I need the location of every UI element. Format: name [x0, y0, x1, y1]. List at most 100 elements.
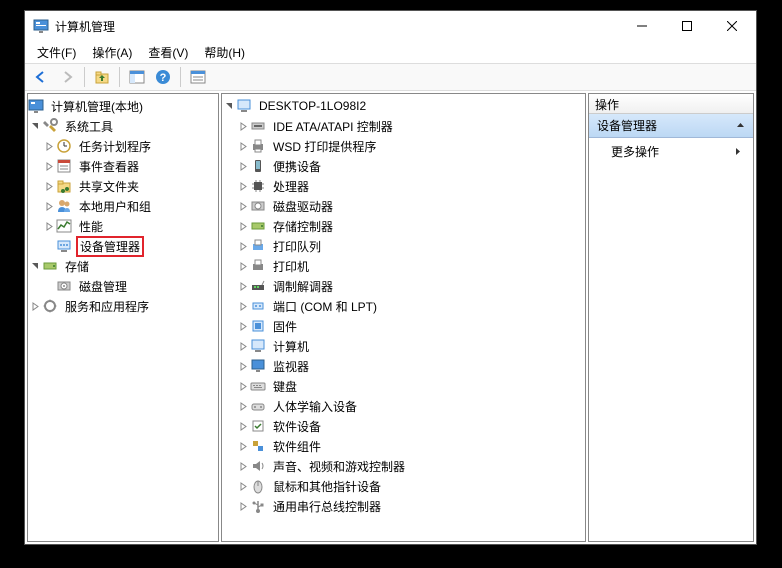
device-category[interactable]: 磁盘驱动器 — [222, 196, 585, 216]
help-button[interactable]: ? — [151, 65, 175, 89]
disk-icon — [56, 278, 72, 294]
device-category[interactable]: WSD 打印提供程序 — [222, 136, 585, 156]
expander-closed[interactable] — [42, 179, 56, 193]
device-category[interactable]: 鼠标和其他指针设备 — [222, 476, 585, 496]
actions-section-label: 设备管理器 — [597, 117, 657, 134]
expander-closed[interactable] — [236, 359, 250, 373]
ide-icon — [250, 118, 266, 134]
expander-closed[interactable] — [42, 159, 56, 173]
device-category[interactable]: 便携设备 — [222, 156, 585, 176]
expander-closed[interactable] — [28, 299, 42, 313]
actions-header: 操作 — [589, 94, 753, 114]
device-category[interactable]: 通用串行总线控制器 — [222, 496, 585, 516]
chevron-right-icon — [735, 147, 743, 156]
services-icon — [42, 298, 58, 314]
device-category[interactable]: IDE ATA/ATAPI 控制器 — [222, 116, 585, 136]
menu-action[interactable]: 操作(A) — [84, 42, 140, 63]
expander-closed[interactable] — [236, 119, 250, 133]
menu-file[interactable]: 文件(F) — [29, 42, 84, 63]
device-category[interactable]: 计算机 — [222, 336, 585, 356]
users-icon — [56, 198, 72, 214]
close-button[interactable] — [709, 12, 754, 40]
expander-closed[interactable] — [236, 379, 250, 393]
device-category[interactable]: 软件组件 — [222, 436, 585, 456]
modem-icon — [250, 278, 266, 294]
expander-closed[interactable] — [236, 259, 250, 273]
tree-group[interactable]: 存储 — [28, 256, 218, 276]
expander-closed[interactable] — [236, 419, 250, 433]
actions-pane: 操作 设备管理器 更多操作 — [588, 93, 754, 542]
minimize-button[interactable] — [619, 12, 664, 40]
device-category[interactable]: 软件设备 — [222, 416, 585, 436]
tree-item[interactable]: 共享文件夹 — [28, 176, 218, 196]
back-button[interactable] — [29, 65, 53, 89]
expander-closed[interactable] — [236, 139, 250, 153]
tree-item[interactable]: 任务计划程序 — [28, 136, 218, 156]
device-category[interactable]: 端口 (COM 和 LPT) — [222, 296, 585, 316]
expander-closed[interactable] — [236, 459, 250, 473]
keyboard-icon — [250, 378, 266, 394]
expander-open[interactable] — [222, 99, 236, 113]
device-category[interactable]: 人体学输入设备 — [222, 396, 585, 416]
event-icon — [56, 158, 72, 174]
expander-open[interactable] — [28, 119, 42, 133]
expander-closed[interactable] — [236, 219, 250, 233]
actions-more[interactable]: 更多操作 — [589, 138, 753, 165]
up-button[interactable] — [90, 65, 114, 89]
expander-closed[interactable] — [236, 299, 250, 313]
tree-root[interactable]: 计算机管理(本地) — [28, 96, 218, 116]
tree-item[interactable]: 设备管理器 — [28, 236, 218, 256]
expander-open[interactable] — [28, 259, 42, 273]
tree-group[interactable]: 系统工具 — [28, 116, 218, 136]
tree-item[interactable]: 性能 — [28, 216, 218, 236]
expander-closed[interactable] — [236, 399, 250, 413]
forward-button[interactable] — [55, 65, 79, 89]
expander-closed[interactable] — [236, 199, 250, 213]
expander-closed[interactable] — [42, 199, 56, 213]
maximize-button[interactable] — [664, 12, 709, 40]
expander-closed[interactable] — [236, 179, 250, 193]
show-hide-tree-button[interactable] — [125, 65, 149, 89]
menu-view[interactable]: 查看(V) — [140, 42, 196, 63]
device-category[interactable]: 声音、视频和游戏控制器 — [222, 456, 585, 476]
device-category[interactable]: 调制解调器 — [222, 276, 585, 296]
tree-item[interactable]: 磁盘管理 — [28, 276, 218, 296]
actions-section[interactable]: 设备管理器 — [589, 114, 753, 138]
device-category[interactable]: 监视器 — [222, 356, 585, 376]
left-tree[interactable]: 计算机管理(本地)系统工具任务计划程序事件查看器共享文件夹本地用户和组性能设备管… — [28, 94, 218, 541]
expander-closed[interactable] — [236, 499, 250, 513]
expander-closed[interactable] — [236, 479, 250, 493]
expander-closed[interactable] — [236, 279, 250, 293]
left-pane: 计算机管理(本地)系统工具任务计划程序事件查看器共享文件夹本地用户和组性能设备管… — [27, 93, 219, 542]
tree-item[interactable]: 本地用户和组 — [28, 196, 218, 216]
expander-closed[interactable] — [236, 319, 250, 333]
expander-closed[interactable] — [236, 159, 250, 173]
content-panes: 计算机管理(本地)系统工具任务计划程序事件查看器共享文件夹本地用户和组性能设备管… — [25, 91, 756, 544]
collapse-icon — [736, 121, 745, 130]
tree-item[interactable]: 事件查看器 — [28, 156, 218, 176]
expander-closed[interactable] — [236, 439, 250, 453]
disk-drive-icon — [250, 198, 266, 214]
titlebar: 计算机管理 — [25, 11, 756, 41]
device-root[interactable]: DESKTOP-1LO98I2 — [222, 96, 585, 116]
device-category[interactable]: 处理器 — [222, 176, 585, 196]
device-category[interactable]: 存储控制器 — [222, 216, 585, 236]
toolbar: ? — [25, 63, 756, 91]
device-tree[interactable]: DESKTOP-1LO98I2IDE ATA/ATAPI 控制器WSD 打印提供… — [222, 94, 585, 541]
titlebar-text: 计算机管理 — [55, 18, 619, 35]
expander-closed[interactable] — [236, 239, 250, 253]
device-category[interactable]: 打印队列 — [222, 236, 585, 256]
computer-icon — [236, 98, 252, 114]
device-category[interactable]: 键盘 — [222, 376, 585, 396]
menu-help[interactable]: 帮助(H) — [196, 42, 253, 63]
expander-closed[interactable] — [42, 139, 56, 153]
properties-button[interactable] — [186, 65, 210, 89]
expander-closed[interactable] — [236, 339, 250, 353]
actions-more-label: 更多操作 — [611, 143, 659, 160]
expander-closed[interactable] — [42, 219, 56, 233]
tree-group[interactable]: 服务和应用程序 — [28, 296, 218, 316]
port-icon — [250, 298, 266, 314]
device-category[interactable]: 固件 — [222, 316, 585, 336]
svg-text:?: ? — [160, 72, 167, 84]
device-category[interactable]: 打印机 — [222, 256, 585, 276]
